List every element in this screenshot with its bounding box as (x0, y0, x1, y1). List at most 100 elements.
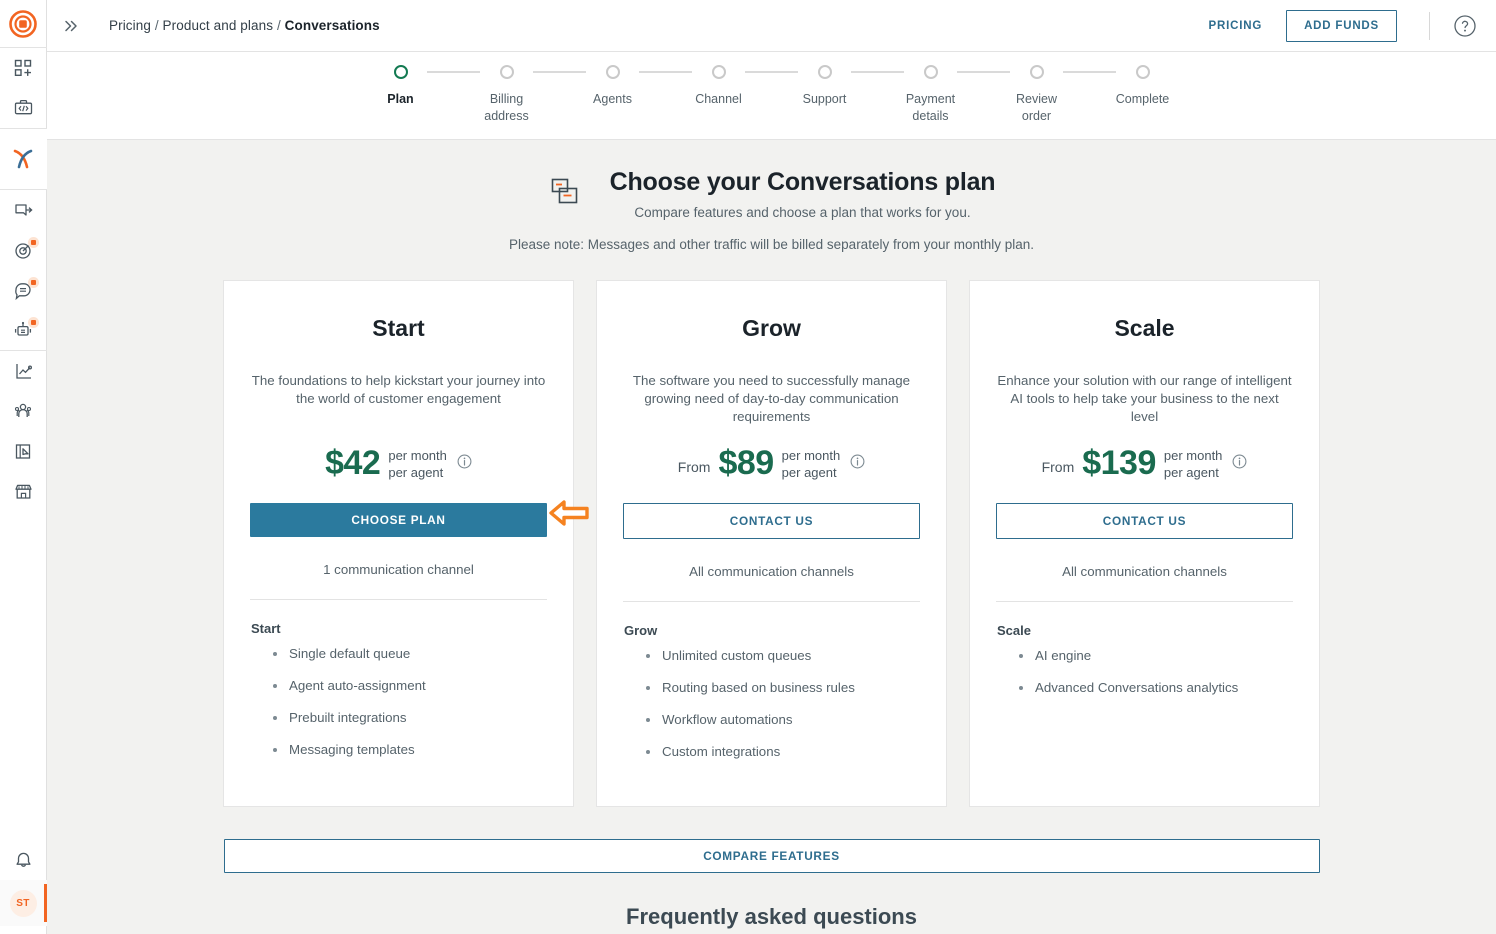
step-support[interactable]: Support (798, 65, 851, 108)
apps-add-icon (14, 59, 32, 77)
conversations-x-icon (13, 149, 33, 169)
price-info-button[interactable] (457, 454, 472, 474)
feature-item: Routing based on business rules (646, 680, 855, 696)
content-area: Choose your Conversations plan Compare f… (47, 140, 1496, 934)
page-header-row: Choose your Conversations plan Compare f… (47, 168, 1496, 220)
plan-price-unit: per month per agent (782, 447, 841, 481)
sidebar-group-engage (0, 190, 47, 350)
breadcrumb-current: Conversations (284, 18, 380, 33)
price-info-button[interactable] (850, 454, 865, 474)
contact-us-button[interactable]: CONTACT US (623, 503, 920, 539)
features-title: Scale (997, 623, 1031, 638)
conversations-icon-wrap (548, 176, 584, 217)
sidebar-item-campaigns[interactable] (0, 190, 47, 230)
step-dot (923, 65, 938, 79)
step-connector (851, 71, 904, 73)
sidebar-item-analytics[interactable] (0, 351, 47, 391)
plan-description: The foundations to help kickstart your j… (251, 373, 546, 406)
feature-item: Agent auto-assignment (273, 678, 426, 694)
sidebar-item-panel[interactable] (0, 431, 47, 471)
header-actions: PRICING ADD FUNDS (1195, 9, 1478, 42)
step-channel[interactable]: Channel (692, 65, 745, 108)
price-unit-line2: per agent (781, 464, 837, 480)
add-funds-button[interactable]: ADD FUNDS (1286, 9, 1397, 42)
info-circle-icon (1232, 454, 1247, 468)
stepper-track: Plan Billing address Agents Channel Supp… (374, 65, 1169, 139)
step-dot (817, 65, 832, 79)
price-unit-line1: per month (781, 447, 841, 463)
step-connector (639, 71, 692, 73)
plan-card-scale: Scale Enhance your solution with our ran… (969, 280, 1320, 807)
faq-heading: Frequently asked questions (626, 904, 917, 929)
checkout-stepper: Plan Billing address Agents Channel Supp… (47, 52, 1496, 140)
sidebar-item-notifications[interactable] (0, 840, 47, 880)
step-dot (1029, 65, 1044, 79)
sidebar-item-chatbot[interactable] (0, 310, 47, 350)
main-column: Pricing / Product and plans / Conversati… (47, 0, 1496, 934)
campaign-send-icon (14, 203, 33, 216)
step-review-order[interactable]: Review order (1010, 65, 1063, 125)
compare-features-button[interactable]: COMPARE FEATURES (223, 839, 1320, 873)
breadcrumb-section[interactable]: Product and plans (163, 18, 274, 33)
step-payment-details[interactable]: Payment details (904, 65, 957, 125)
sidebar-group-active (0, 129, 47, 189)
card-divider (250, 599, 547, 600)
price-info-button[interactable] (1232, 454, 1247, 474)
breadcrumb-root[interactable]: Pricing (109, 18, 151, 33)
sidebar-item-conversations[interactable] (0, 129, 47, 189)
header-divider (1429, 11, 1430, 40)
expand-sidebar-button[interactable] (57, 12, 85, 40)
feature-item: Unlimited custom queues (646, 648, 855, 664)
avatar-initials: ST (9, 889, 37, 917)
developer-toolbox-icon (14, 99, 32, 114)
card-divider (996, 601, 1293, 602)
sidebar-item-marketplace[interactable] (0, 471, 47, 511)
analytics-line-icon (15, 363, 32, 379)
pricing-link[interactable]: PRICING (1195, 12, 1277, 40)
feature-item: Single default queue (273, 646, 426, 662)
breadcrumb-separator: / (154, 18, 159, 33)
contact-us-button[interactable]: CONTACT US (996, 503, 1293, 539)
marketplace-store-icon (14, 484, 32, 499)
plan-description: Enhance your solution with our range of … (997, 373, 1292, 424)
page-title: Choose your Conversations plan (609, 168, 996, 196)
sidebar-item-developer[interactable] (0, 88, 47, 128)
features-list: Unlimited custom queues Routing based on… (624, 648, 855, 776)
sidebar-item-messages[interactable] (0, 270, 47, 310)
step-agents[interactable]: Agents (586, 65, 639, 108)
step-label: Support (802, 92, 847, 106)
app-logo[interactable] (0, 0, 47, 47)
double-chevron-right-icon (65, 20, 77, 31)
plan-cards: Start The foundations to help kickstart … (223, 280, 1320, 807)
plan-price-unit: per month per agent (388, 447, 447, 481)
top-header: Pricing / Product and plans / Conversati… (47, 0, 1496, 52)
step-dot (1135, 65, 1150, 79)
user-avatar[interactable]: ST (0, 880, 47, 926)
sidebar-item-apps[interactable] (0, 48, 47, 88)
sidebar-item-goals[interactable] (0, 230, 47, 270)
plan-name: Scale (1114, 315, 1175, 341)
page-note: Please note: Messages and other traffic … (508, 237, 1035, 252)
plan-channels: 1 communication channel (323, 562, 474, 577)
page-header: Choose your Conversations plan Compare f… (47, 168, 1496, 252)
plan-name: Grow (742, 315, 801, 341)
step-complete[interactable]: Complete (1116, 65, 1169, 108)
sidebar-item-audience[interactable] (0, 391, 47, 431)
info-circle-icon (850, 454, 865, 468)
step-plan[interactable]: Plan (374, 65, 427, 108)
choose-plan-button[interactable]: CHOOSE PLAN (250, 503, 547, 537)
step-connector (1063, 71, 1116, 73)
step-label: Billing address (484, 92, 529, 123)
help-button[interactable] (1452, 13, 1478, 39)
features-title: Start (251, 621, 281, 636)
step-dot (711, 65, 726, 79)
sidebar-group-analytics (0, 351, 47, 511)
target-logo-icon (9, 9, 37, 38)
plan-price: $89 (718, 444, 774, 482)
pricing-page: ST Pricing / Product and plans / Convers… (0, 0, 1496, 934)
step-billing-address[interactable]: Billing address (480, 65, 533, 125)
panel-cursor-icon (15, 443, 30, 459)
plan-card-start: Start The foundations to help kickstart … (223, 280, 574, 807)
feature-item: Custom integrations (646, 744, 855, 760)
feature-item: AI engine (1019, 648, 1238, 664)
